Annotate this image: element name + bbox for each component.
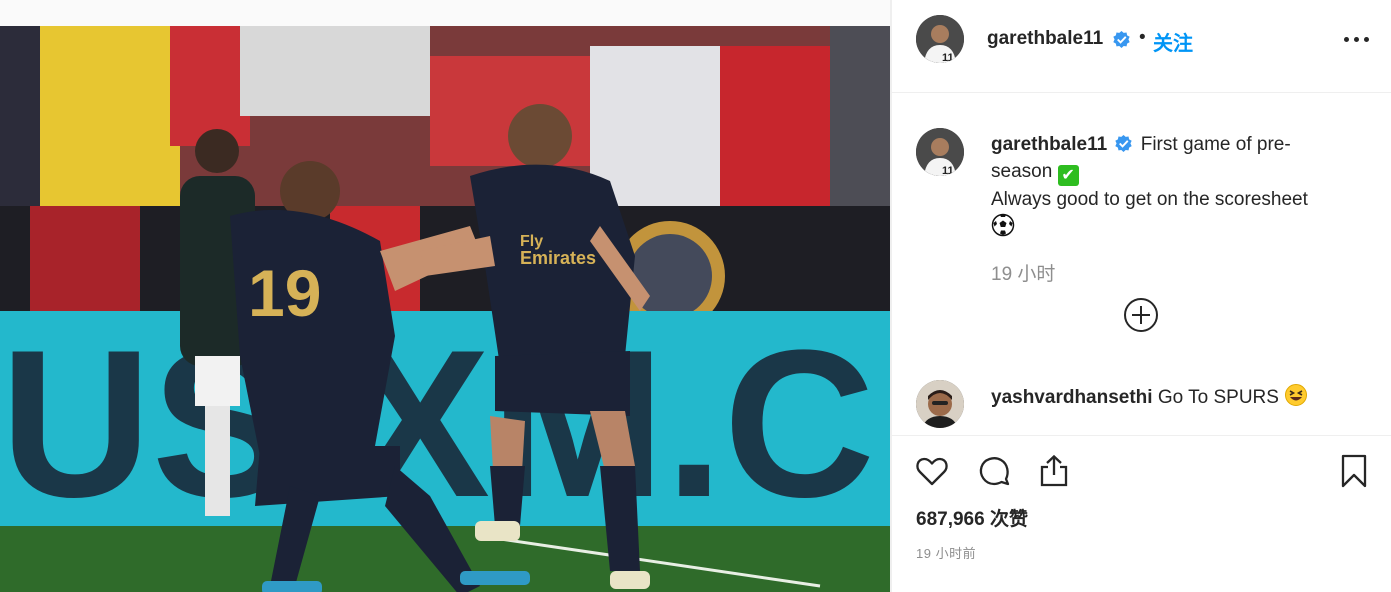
comment-icon[interactable] bbox=[976, 453, 1012, 489]
comment-text: yashvardhansethi Go To SPURS bbox=[991, 383, 1308, 409]
caption-line-1: First game of pre- bbox=[1140, 134, 1291, 155]
jersey-number: 19 bbox=[248, 256, 321, 330]
commenter-username[interactable]: yashvardhansethi bbox=[991, 387, 1153, 408]
sponsor-line-2: Emirates bbox=[520, 248, 596, 268]
caption-timestamp[interactable]: 19 小时 bbox=[991, 259, 1055, 286]
post-date[interactable]: 19 小时前 bbox=[916, 543, 976, 562]
laughing-emoji-icon bbox=[1285, 384, 1308, 406]
board-text: US XM.C bbox=[0, 306, 875, 541]
svg-text:11: 11 bbox=[942, 165, 954, 176]
svg-text:11: 11 bbox=[942, 52, 954, 63]
like-count[interactable]: 687,966 次赞 bbox=[916, 504, 1028, 531]
header-separator: • bbox=[1139, 27, 1146, 48]
bookmark-icon[interactable] bbox=[1336, 453, 1372, 489]
caption-line-3: Always good to get on the scoresheet bbox=[991, 189, 1308, 210]
author-avatar[interactable]: 11 bbox=[916, 15, 964, 63]
follow-button[interactable]: 关注 bbox=[1153, 27, 1193, 56]
load-more-comments-icon[interactable] bbox=[1123, 297, 1159, 333]
post-header: 11 garethbale11 • 关注 bbox=[892, 0, 1391, 93]
share-icon[interactable] bbox=[1036, 453, 1072, 489]
verified-badge-icon bbox=[1113, 30, 1130, 49]
post-actions: 687,966 次赞 19 小时前 bbox=[892, 437, 1391, 592]
comment-body: Go To SPURS bbox=[1157, 387, 1279, 408]
post-caption: garethbale11 First game of pre- season ✔… bbox=[991, 131, 1361, 240]
commenter-avatar[interactable] bbox=[916, 380, 964, 428]
post-photo[interactable]: US XM.C 19 Fly Emirates bbox=[0, 26, 890, 592]
heart-icon[interactable] bbox=[914, 453, 950, 489]
caption-line-2: season bbox=[991, 161, 1053, 182]
caption-username[interactable]: garethbale11 bbox=[991, 134, 1107, 155]
comments-area: 11 garethbale11 First game of pre- seaso… bbox=[892, 93, 1391, 436]
verified-badge-icon bbox=[1115, 134, 1133, 153]
more-horizontal-icon[interactable] bbox=[1344, 30, 1370, 48]
caption-avatar[interactable]: 11 bbox=[916, 128, 964, 176]
post-side-panel: 11 garethbale11 • 关注 11 garethbale11 Fir… bbox=[892, 0, 1391, 592]
check-mark-emoji-icon: ✔ bbox=[1057, 165, 1079, 186]
media-top-strip bbox=[0, 0, 890, 26]
author-username[interactable]: garethbale11 bbox=[987, 28, 1103, 50]
soccer-ball-emoji-icon bbox=[991, 213, 1015, 237]
